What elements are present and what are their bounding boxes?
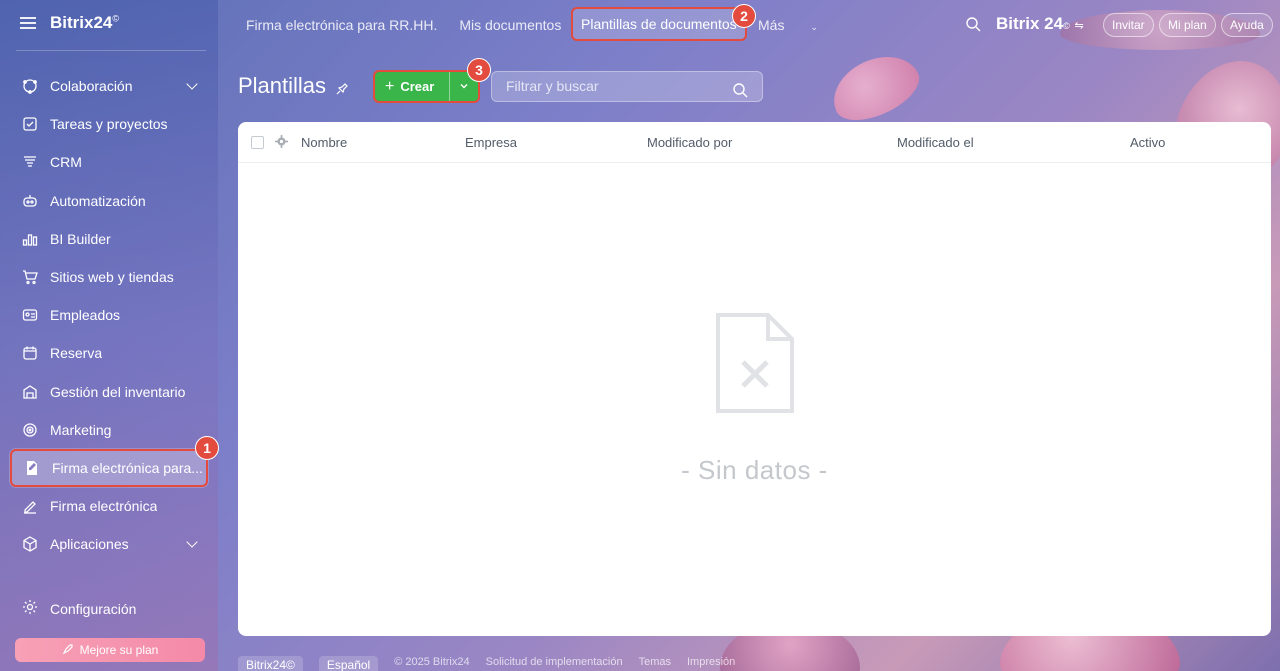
- topnav-item-plantillas[interactable]: Plantillas de documentos: [571, 7, 747, 41]
- column-header-modificado-por[interactable]: Modificado por: [647, 135, 732, 150]
- grid-header: Nombre Empresa Modificado por Modificado…: [238, 122, 1271, 163]
- sidebar-item-colaboracion[interactable]: Colaboración: [10, 67, 208, 105]
- sidebar-item-label: Sitios web y tiendas: [50, 269, 174, 286]
- rocket-icon: [62, 643, 74, 658]
- footer-link-implementacion[interactable]: Solicitud de implementación: [486, 656, 623, 671]
- robot-icon: [22, 193, 38, 209]
- chevron-down-icon: [459, 79, 469, 94]
- select-all-checkbox[interactable]: [251, 136, 264, 149]
- warehouse-icon: [22, 384, 38, 400]
- plus-icon: +: [385, 77, 395, 95]
- sidebar-item-label: Empleados: [50, 307, 121, 324]
- bar-chart-icon: [22, 231, 38, 247]
- pin-icon[interactable]: [336, 82, 348, 100]
- chevron-down-icon: [186, 78, 198, 90]
- sidebar-item-label: Colaboración: [50, 78, 133, 95]
- step-badge-1: 1: [195, 436, 219, 460]
- sidebar-item-label: Firma electrónica para...: [52, 459, 203, 476]
- sidebar-item-sitios[interactable]: Sitios web y tiendas: [10, 258, 208, 296]
- create-button[interactable]: + Crear: [373, 70, 480, 103]
- calendar-icon: [22, 345, 38, 361]
- step-badge-2: 2: [732, 4, 756, 28]
- cube-icon: [22, 536, 38, 553]
- empty-state: - Sin datos -: [238, 312, 1271, 486]
- invite-button[interactable]: Invitar: [1103, 13, 1154, 37]
- sidebar-item-empleados[interactable]: Empleados: [10, 296, 208, 334]
- sidebar-item-aplicaciones[interactable]: Aplicaciones: [10, 525, 208, 563]
- divider: [16, 50, 206, 51]
- create-main-button[interactable]: + Crear: [375, 72, 451, 101]
- topnav-item-mis-documentos[interactable]: Mis documentos: [459, 17, 561, 33]
- search-icon[interactable]: [965, 16, 981, 37]
- topnav-item-more[interactable]: Más ⌄: [758, 17, 840, 33]
- footer-copyright: © 2025 Bitrix24: [394, 656, 470, 668]
- target-icon: [22, 422, 38, 438]
- upgrade-label: Mejore su plan: [79, 643, 159, 657]
- sidebar-item-label: Aplicaciones: [50, 536, 129, 553]
- language-selector[interactable]: Español: [318, 656, 379, 671]
- crm-filter-icon: [22, 154, 38, 170]
- footer: Bitrix24© Español © 2025 Bitrix24 Solici…: [238, 656, 735, 671]
- chevron-down-icon: ⌄: [810, 22, 818, 32]
- signature-pen-icon: [22, 498, 38, 514]
- sidebar-item-firma-rrhh[interactable]: Firma electrónica para...: [10, 448, 208, 488]
- sidebar-item-marketing[interactable]: Marketing: [10, 411, 208, 449]
- sidebar-item-label: Gestión del inventario: [50, 383, 186, 400]
- step-badge-3: 3: [467, 58, 491, 82]
- more-label: Más: [758, 17, 785, 33]
- sidebar-item-tareas[interactable]: Tareas y proyectos: [10, 105, 208, 143]
- sidebar-item-bi-builder[interactable]: BI Builder: [10, 220, 208, 258]
- footer-brand: Bitrix24©: [238, 656, 303, 671]
- search-icon[interactable]: [732, 79, 748, 108]
- sidebar: Bitrix24© Colaboración Tareas y proyecto…: [0, 0, 218, 671]
- gear-icon[interactable]: [275, 135, 288, 151]
- column-header-activo[interactable]: Activo: [1130, 135, 1165, 150]
- sidebar-item-reserva[interactable]: Reserva: [10, 334, 208, 372]
- column-header-nombre[interactable]: Nombre: [301, 135, 347, 150]
- column-header-modificado-el[interactable]: Modificado el: [897, 135, 974, 150]
- signed-document-icon: [24, 460, 40, 476]
- footer-link-impresion[interactable]: Impresión: [687, 656, 735, 671]
- sidebar-item-label: Marketing: [50, 421, 112, 438]
- cart-icon: [22, 269, 38, 285]
- sliders-icon: ⇋: [1074, 20, 1084, 32]
- sidebar-item-label: Firma electrónica: [50, 498, 158, 515]
- sidebar-item-crm[interactable]: CRM: [10, 143, 208, 181]
- sidebar-item-label: BI Builder: [50, 230, 111, 247]
- sidebar-item-firma[interactable]: Firma electrónica: [10, 487, 208, 525]
- empty-state-text: - Sin datos -: [681, 455, 828, 485]
- page-title: Plantillas: [238, 73, 327, 98]
- sidebar-menu: Colaboración Tareas y proyectos CRM Auto…: [10, 67, 208, 563]
- help-button[interactable]: Ayuda: [1221, 13, 1273, 37]
- empty-document-icon: [715, 313, 795, 418]
- chevron-down-icon: [186, 536, 198, 548]
- filter-search-input[interactable]: Filtrar y buscar: [491, 71, 763, 102]
- topnav-item-firma-rrhh[interactable]: Firma electrónica para RR.HH.: [246, 17, 437, 33]
- id-card-icon: [22, 307, 38, 323]
- sidebar-item-label: Reserva: [50, 345, 103, 362]
- filter-placeholder: Filtrar y buscar: [506, 78, 599, 94]
- create-label: Crear: [400, 79, 435, 94]
- hamburger-menu-icon[interactable]: [20, 17, 36, 29]
- sidebar-item-label: CRM: [50, 154, 82, 171]
- sidebar-item-label: Tareas y proyectos: [50, 116, 168, 133]
- column-header-empresa[interactable]: Empresa: [465, 135, 517, 150]
- sidebar-item-label: Automatización: [50, 192, 146, 209]
- sidebar-item-configuracion[interactable]: Configuración: [22, 599, 136, 618]
- background-petal: [822, 43, 928, 132]
- upgrade-plan-button[interactable]: Mejore su plan: [15, 638, 205, 662]
- chat-bubbles-icon: [22, 78, 38, 94]
- brand-logo[interactable]: Bitrix 24© ⇋: [996, 14, 1084, 34]
- footer-link-temas[interactable]: Temas: [639, 656, 671, 671]
- checkbox-icon: [22, 116, 38, 132]
- templates-grid: Nombre Empresa Modificado por Modificado…: [238, 122, 1271, 636]
- settings-label: Configuración: [50, 600, 137, 617]
- sidebar-header: Bitrix24©: [20, 13, 119, 33]
- sidebar-item-automatizacion[interactable]: Automatización: [10, 182, 208, 220]
- logo[interactable]: Bitrix24©: [50, 13, 119, 33]
- gear-icon: [22, 599, 38, 618]
- sidebar-item-inventario[interactable]: Gestión del inventario: [10, 373, 208, 411]
- my-plan-button[interactable]: Mi plan: [1159, 13, 1216, 37]
